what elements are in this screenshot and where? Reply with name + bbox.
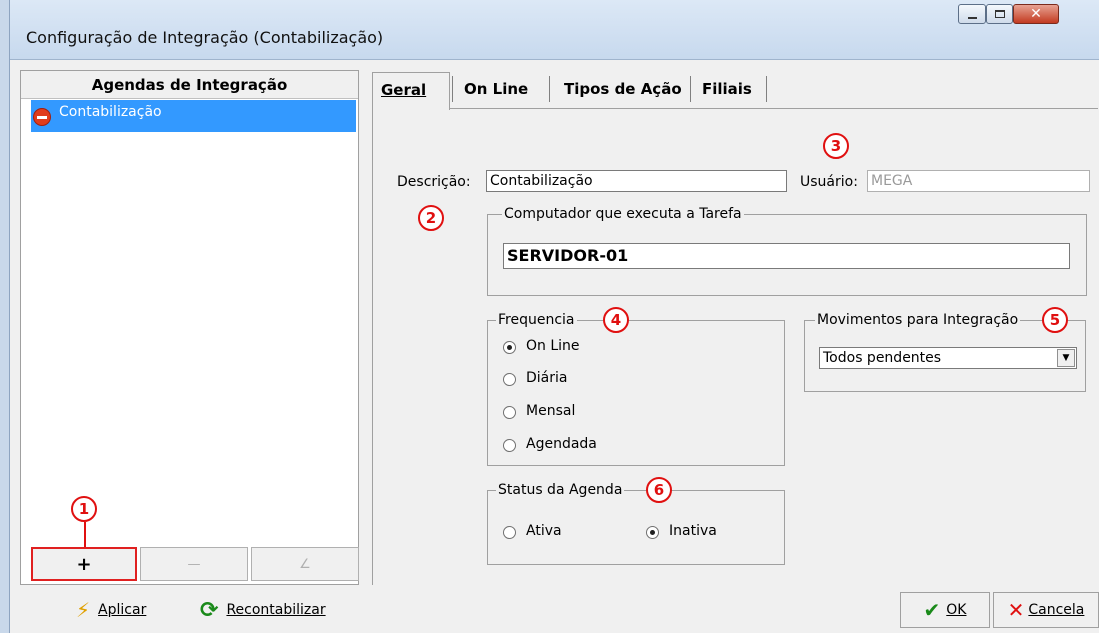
tab-separator	[452, 76, 453, 102]
status-inativa-radio[interactable]	[646, 526, 659, 539]
add-button[interactable]: +	[31, 547, 137, 581]
ok-label: OK	[946, 602, 967, 618]
callout-4: 4	[603, 307, 629, 333]
frequencia-mensal-label: Mensal	[526, 403, 576, 419]
stop-icon	[33, 108, 51, 126]
window-left-border	[0, 0, 10, 633]
tab-geral[interactable]: Geral	[372, 72, 450, 110]
cancela-label: Cancela	[1028, 602, 1085, 618]
frequencia-mensal-radio[interactable]	[503, 406, 516, 419]
status-ativa-label: Ativa	[526, 523, 562, 539]
tab-filiais[interactable]: Filiais	[694, 72, 760, 108]
computador-field[interactable]: SERVIDOR-01	[503, 243, 1070, 269]
list-item-label: Contabilização	[59, 104, 162, 120]
tab-separator	[766, 76, 767, 102]
usuario-field[interactable]: MEGA	[867, 170, 1090, 192]
frequencia-diaria-radio[interactable]	[503, 373, 516, 386]
ok-button[interactable]: ✔ OK	[900, 592, 990, 628]
aplicar-label: Aplicar	[98, 602, 147, 618]
edit-button[interactable]: ∠	[251, 547, 359, 581]
movimentos-select-value: Todos pendentes	[823, 350, 942, 366]
frequencia-diaria-label: Diária	[526, 370, 568, 386]
x-icon: ✕	[1007, 598, 1025, 622]
descricao-label: Descrição:	[397, 174, 471, 190]
tab-on-line[interactable]: On Line	[456, 72, 536, 108]
callout-3: 3	[823, 133, 849, 159]
movimentos-select[interactable]: Todos pendentes	[819, 347, 1077, 369]
status-ativa-radio[interactable]	[503, 526, 516, 539]
callout-6: 6	[646, 477, 672, 503]
recontabilizar-label: Recontabilizar	[226, 602, 326, 618]
recontabilizar-button[interactable]: ⟳ Recontabilizar	[200, 592, 326, 628]
callout-5: 5	[1042, 307, 1068, 333]
list-header: Agendas de Integração	[21, 71, 358, 99]
frequencia-group-label: Frequencia	[496, 312, 577, 328]
lightning-icon: ⚡	[76, 598, 91, 622]
minimize-button[interactable]	[958, 4, 986, 24]
usuario-label: Usuário:	[800, 174, 858, 190]
window-title: Configuração de Integração (Contabilizaç…	[26, 28, 384, 47]
frequencia-online-radio[interactable]	[503, 341, 516, 354]
tab-separator	[690, 76, 691, 102]
plus-icon: +	[76, 553, 92, 575]
tab-on-line-label: On Line	[464, 80, 529, 98]
frequencia-agendada-radio[interactable]	[503, 439, 516, 452]
frequencia-online-label: On Line	[526, 338, 580, 354]
tab-geral-label: Geral	[381, 81, 427, 99]
frequencia-agendada-label: Agendada	[526, 436, 597, 452]
maximize-icon	[994, 10, 1005, 18]
callout-2: 2	[418, 205, 444, 231]
movimentos-group-label: Movimentos para Integração	[815, 312, 1021, 328]
refresh-icon: ⟳	[200, 597, 219, 623]
status-inativa-label: Inativa	[669, 523, 717, 539]
tab-tipos-de-acao[interactable]: Tipos de Ação	[556, 72, 690, 108]
close-button[interactable]: ✕	[1013, 4, 1059, 24]
edit-icon: ∠	[299, 556, 311, 572]
dropdown-arrow-icon[interactable]: ▼	[1057, 349, 1075, 367]
tab-separator	[549, 76, 550, 102]
remove-button[interactable]: —	[140, 547, 248, 581]
cancel-button[interactable]: ✕ Cancela	[993, 592, 1099, 628]
maximize-button[interactable]	[986, 4, 1013, 24]
callout-1: 1	[71, 496, 97, 522]
minus-icon: —	[187, 556, 201, 572]
list-item[interactable]: Contabilização	[31, 100, 356, 132]
close-icon: ✕	[1030, 6, 1042, 22]
minimize-icon	[967, 17, 977, 19]
checkmark-icon: ✔	[923, 598, 941, 622]
aplicar-button[interactable]: ⚡ Aplicar	[76, 592, 146, 628]
tab-tipos-label: Tipos de Ação	[564, 80, 682, 98]
descricao-field[interactable]: Contabilização	[486, 170, 787, 192]
status-group-label: Status da Agenda	[496, 482, 625, 498]
tab-filiais-label: Filiais	[702, 80, 752, 98]
computador-group-label: Computador que executa a Tarefa	[502, 206, 744, 222]
callout-1-line	[84, 522, 86, 547]
